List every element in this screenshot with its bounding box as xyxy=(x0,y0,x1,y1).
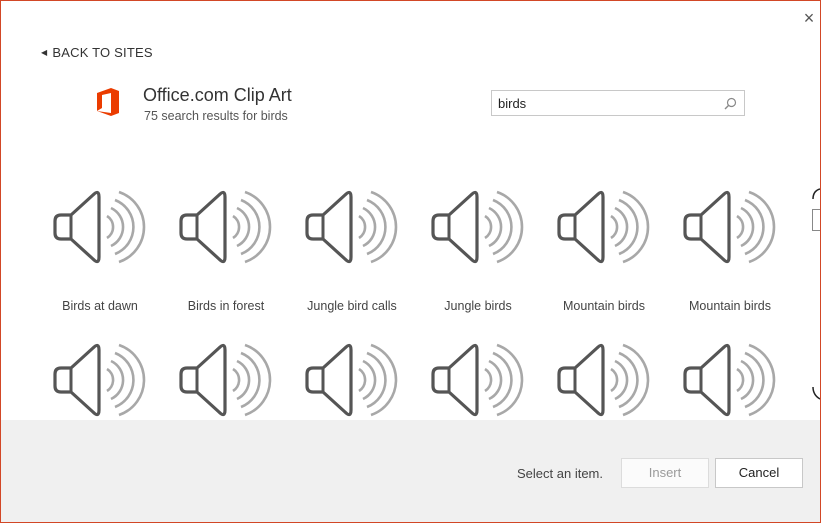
clip-art-result-label: Jungle bird calls xyxy=(307,299,397,313)
clip-art-result-item[interactable]: Mountain birds xyxy=(545,183,663,323)
clip-art-result-label: Mountain birds xyxy=(563,299,645,313)
close-icon[interactable]: × xyxy=(800,9,818,27)
back-to-sites-label: BACK TO SITES xyxy=(52,45,153,60)
clip-art-dialog: × ◀ BACK TO SITES Office.com Clip Art 75… xyxy=(0,0,821,523)
clip-art-result-label: Birds at dawn xyxy=(62,299,138,313)
office-logo-icon xyxy=(97,88,119,116)
clip-art-result-item[interactable]: Birds at dawn xyxy=(41,183,159,323)
search-box[interactable] xyxy=(491,90,745,116)
provider-title: Office.com Clip Art xyxy=(143,85,292,105)
clip-art-result-item[interactable]: Mountain birds xyxy=(671,183,789,323)
back-triangle-icon: ◀ xyxy=(41,48,48,57)
clip-art-result-label: Jungle birds xyxy=(444,299,512,313)
clip-art-result-item[interactable]: Jungle birds xyxy=(419,183,537,323)
search-icon[interactable] xyxy=(722,96,738,112)
cancel-button[interactable]: Cancel xyxy=(715,458,803,488)
scrollbar-thumb[interactable] xyxy=(812,209,820,231)
dialog-footer: Select an item. Insert Cancel xyxy=(1,420,820,522)
search-input[interactable] xyxy=(498,95,698,112)
clip-art-result-item[interactable]: Jungle bird calls xyxy=(293,183,411,323)
clip-art-result-label: Mountain birds xyxy=(689,299,771,313)
clip-art-result-item[interactable]: Birds in forest xyxy=(167,183,285,323)
scroll-down-icon[interactable] xyxy=(810,385,820,405)
back-to-sites-link[interactable]: ◀ BACK TO SITES xyxy=(41,45,153,60)
results-count: 75 search results for birds xyxy=(144,109,288,123)
status-text: Select an item. xyxy=(517,466,603,481)
clip-art-result-label: Birds in forest xyxy=(187,299,265,313)
scroll-up-icon[interactable] xyxy=(810,187,820,207)
insert-button[interactable]: Insert xyxy=(621,458,709,488)
